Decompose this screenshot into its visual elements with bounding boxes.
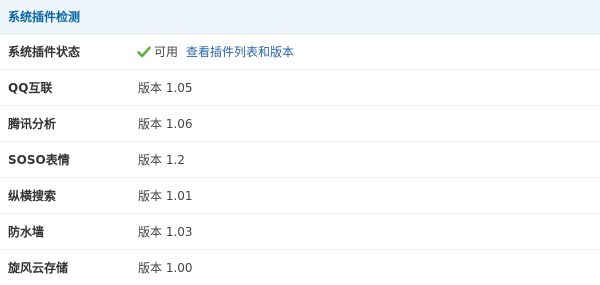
plugin-name: 防水墙 bbox=[8, 225, 45, 239]
panel-title: 系统插件检测 bbox=[8, 10, 81, 24]
plugin-check-panel: 系统插件检测 系统插件状态 可用 查看插件列表和版本 QQ互联 版本 1.05 … bbox=[0, 0, 600, 285]
view-plugin-list-link[interactable]: 查看插件列表和版本 bbox=[186, 44, 294, 60]
plugin-version: 版本 1.01 bbox=[138, 189, 193, 203]
plugin-row: 腾讯分析 版本 1.06 bbox=[0, 106, 600, 142]
plugin-name: 旋风云存储 bbox=[8, 261, 69, 275]
plugin-row: QQ互联 版本 1.05 bbox=[0, 70, 600, 106]
plugin-row: 纵横搜索 版本 1.01 bbox=[0, 178, 600, 214]
panel-header: 系统插件检测 bbox=[0, 0, 600, 34]
status-row-label: 系统插件状态 bbox=[8, 45, 81, 59]
plugin-version: 版本 1.03 bbox=[138, 225, 193, 239]
plugin-version: 版本 1.00 bbox=[138, 261, 193, 275]
plugin-version: 版本 1.2 bbox=[138, 153, 185, 167]
check-icon bbox=[137, 46, 151, 58]
plugin-row: SOSO表情 版本 1.2 bbox=[0, 142, 600, 178]
plugin-name: SOSO表情 bbox=[8, 153, 70, 167]
plugin-name: QQ互联 bbox=[8, 81, 53, 95]
status-text: 可用 bbox=[154, 45, 179, 59]
plugin-version: 版本 1.05 bbox=[138, 81, 193, 95]
plugin-row: 防水墙 版本 1.03 bbox=[0, 214, 600, 250]
plugin-row: 旋风云存储 版本 1.00 bbox=[0, 250, 600, 285]
plugin-version: 版本 1.06 bbox=[138, 117, 193, 131]
plugin-name: 纵横搜索 bbox=[8, 189, 57, 203]
status-indicator: 可用 查看插件列表和版本 bbox=[137, 43, 294, 61]
status-row: 系统插件状态 可用 查看插件列表和版本 bbox=[0, 34, 600, 70]
plugin-name: 腾讯分析 bbox=[8, 117, 57, 131]
